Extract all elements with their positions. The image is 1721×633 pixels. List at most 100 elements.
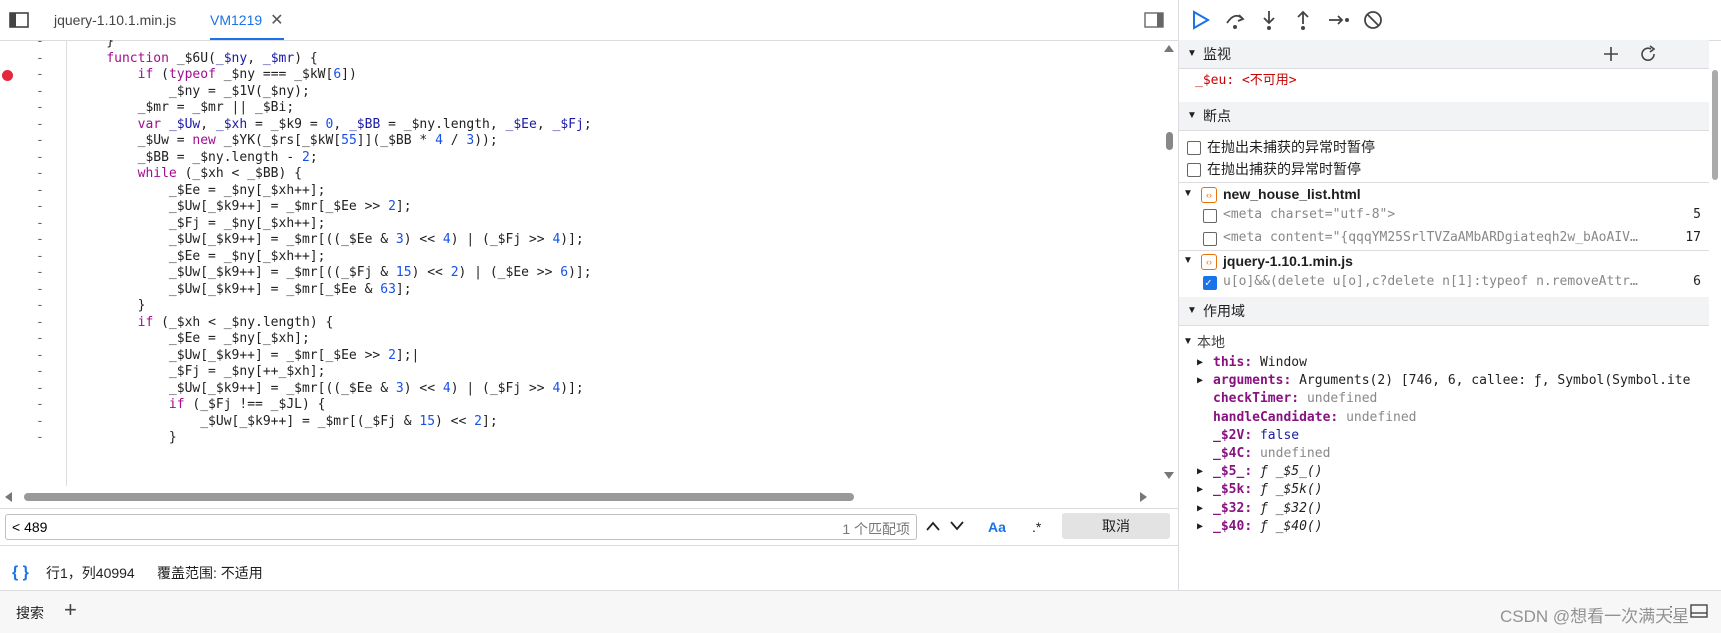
scope-variable[interactable]: _$4C: undefined bbox=[1179, 445, 1709, 463]
line-gutter[interactable]: - bbox=[36, 264, 44, 282]
line-gutter[interactable]: - bbox=[36, 149, 44, 167]
line-gutter[interactable]: - bbox=[36, 281, 44, 299]
expand-triangle-icon[interactable]: ▶ bbox=[1197, 372, 1203, 390]
code-line[interactable]: - _$Uw[_$k9++] = _$mr[((_$Ee & 3) << 4) … bbox=[0, 231, 1160, 249]
search-input[interactable] bbox=[10, 518, 614, 536]
step-over-button[interactable] bbox=[1223, 9, 1247, 31]
scope-variable[interactable]: ▶ _$32: ƒ _$32() bbox=[1179, 500, 1709, 518]
line-gutter[interactable]: - bbox=[36, 116, 44, 134]
line-gutter[interactable]: - bbox=[36, 50, 44, 68]
line-gutter[interactable]: - bbox=[36, 215, 44, 233]
cancel-button[interactable]: 取消 bbox=[1062, 513, 1170, 539]
deactivate-breakpoints-button[interactable] bbox=[1361, 9, 1385, 31]
tab-jquery[interactable]: jquery-1.10.1.min.js bbox=[54, 0, 176, 40]
expand-triangle-icon[interactable]: ▶ bbox=[1197, 354, 1203, 372]
step-into-button[interactable] bbox=[1257, 9, 1281, 31]
code-line[interactable]: - _$Ee = _$ny[_$xh++]; bbox=[0, 248, 1160, 266]
expand-triangle-icon[interactable]: ▶ bbox=[1197, 463, 1203, 481]
dock-icon[interactable] bbox=[1690, 603, 1708, 619]
line-gutter[interactable]: - bbox=[36, 99, 44, 117]
sidebar-scrollbar[interactable] bbox=[1709, 40, 1721, 590]
toggle-navigator-icon[interactable] bbox=[8, 10, 30, 30]
breakpoint-checkbox[interactable] bbox=[1203, 209, 1217, 223]
scroll-left-icon[interactable] bbox=[4, 492, 12, 502]
line-gutter[interactable]: - bbox=[36, 380, 44, 398]
add-watch-icon[interactable] bbox=[1603, 46, 1619, 62]
code-line[interactable]: - _$ny = _$1V(_$ny); bbox=[0, 83, 1160, 101]
line-gutter[interactable]: - bbox=[36, 132, 44, 150]
pretty-print-button[interactable]: { } bbox=[12, 556, 29, 590]
scroll-thumb[interactable] bbox=[24, 493, 854, 501]
toggle-debugger-icon[interactable] bbox=[1144, 11, 1164, 29]
code-line[interactable]: - } bbox=[0, 429, 1160, 447]
scroll-thumb[interactable] bbox=[1166, 132, 1173, 150]
match-case-toggle[interactable]: Aa bbox=[988, 519, 1006, 535]
scroll-down-icon[interactable] bbox=[1164, 472, 1174, 480]
drawer-tab-search[interactable]: 搜索 bbox=[16, 603, 44, 623]
line-gutter[interactable]: - bbox=[36, 66, 44, 84]
line-gutter[interactable]: - bbox=[36, 182, 44, 200]
line-gutter[interactable]: - bbox=[36, 297, 44, 315]
code-line[interactable]: - _$mr = _$mr || _$Bi; bbox=[0, 99, 1160, 117]
line-gutter[interactable]: - bbox=[36, 165, 44, 183]
line-gutter[interactable]: - bbox=[36, 231, 44, 249]
code-line[interactable]: - if (_$xh < _$ny.length) { bbox=[0, 314, 1160, 332]
breakpoint-row[interactable]: <meta charset="utf-8"> 5 bbox=[1179, 204, 1709, 226]
scroll-up-icon[interactable] bbox=[1164, 44, 1174, 52]
scroll-right-icon[interactable] bbox=[1140, 492, 1148, 502]
line-gutter[interactable]: - bbox=[36, 363, 44, 381]
line-gutter[interactable]: - bbox=[36, 347, 44, 365]
code-line[interactable]: - } bbox=[0, 297, 1160, 315]
breakpoint-checkbox[interactable] bbox=[1203, 272, 1217, 293]
line-gutter[interactable]: - bbox=[36, 429, 44, 447]
code-line[interactable]: - function _$6U(_$ny, _$mr) { bbox=[0, 50, 1160, 68]
code-editor[interactable]: - } - function _$6U(_$ny, _$mr) {- if (ty… bbox=[0, 40, 1160, 486]
breakpoint-checkbox[interactable] bbox=[1203, 232, 1217, 246]
code-line[interactable]: - if (typeof _$ny === _$kW[6]) bbox=[0, 66, 1160, 84]
scope-variable[interactable]: ▶ _$5k: ƒ _$5k() bbox=[1179, 481, 1709, 499]
code-line[interactable]: - _$Uw[_$k9++] = _$mr[((_$Fj & 15) << 2)… bbox=[0, 264, 1160, 282]
pause-uncaught-checkbox[interactable] bbox=[1187, 141, 1201, 155]
scope-variable[interactable]: handleCandidate: undefined bbox=[1179, 409, 1709, 427]
code-line[interactable]: - _$Uw[_$k9++] = _$mr[((_$Ee & 3) << 4) … bbox=[0, 380, 1160, 398]
code-line[interactable]: - _$Uw[_$k9++] = _$mr[_$Ee >> 2]; bbox=[0, 198, 1160, 216]
breakpoint-file-row[interactable]: ▼ ‹› jquery-1.10.1.min.js bbox=[1179, 250, 1709, 272]
scope-variable[interactable]: checkTimer: undefined bbox=[1179, 390, 1709, 408]
scope-variable[interactable]: ▶ this: Window bbox=[1179, 354, 1709, 372]
close-icon[interactable]: ✕ bbox=[270, 12, 283, 29]
resume-button[interactable] bbox=[1188, 9, 1212, 31]
watch-section-header[interactable]: ▼ 监视 bbox=[1179, 40, 1709, 69]
editor-horizontal-scrollbar[interactable] bbox=[0, 488, 1160, 504]
code-line[interactable]: - while (_$xh < _$BB) { bbox=[0, 165, 1160, 183]
add-tab-button[interactable]: + bbox=[64, 597, 77, 623]
tab-vm1219[interactable]: VM1219 ✕ bbox=[210, 0, 284, 40]
editor-vertical-scrollbar[interactable] bbox=[1160, 40, 1178, 490]
scope-variable[interactable]: ▶ arguments: Arguments(2) [746, 6, callee… bbox=[1179, 372, 1709, 390]
code-line[interactable]: - _$Uw[_$k9++] = _$mr[_$Ee >> 2];| bbox=[0, 347, 1160, 365]
code-line[interactable]: - var _$Uw, _$xh = _$k9 = 0, _$BB = _$ny… bbox=[0, 116, 1160, 134]
pause-caught-row[interactable]: 在抛出捕获的异常时暂停 bbox=[1179, 158, 1709, 180]
code-line[interactable]: - _$Uw[_$k9++] = _$mr[_$Ee & 63]; bbox=[0, 281, 1160, 299]
scope-variable[interactable]: ▶ _$40: ƒ _$40() bbox=[1179, 518, 1709, 536]
line-gutter[interactable]: - bbox=[36, 248, 44, 266]
regex-toggle[interactable]: .* bbox=[1032, 519, 1041, 535]
code-line[interactable]: - _$Uw[_$k9++] = _$mr[(_$Fj & 15) << 2]; bbox=[0, 413, 1160, 431]
breakpoint-row[interactable]: u[o]&&(delete u[o],c?delete n[1]:typeof … bbox=[1179, 271, 1709, 293]
breakpoint-row[interactable]: <meta content="{qqqYM25SrlTVZaAMbARDgiat… bbox=[1179, 227, 1709, 249]
refresh-icon[interactable] bbox=[1639, 45, 1657, 63]
expand-triangle-icon[interactable]: ▶ bbox=[1197, 481, 1203, 499]
scope-variable[interactable]: ▶ _$5_: ƒ _$5_() bbox=[1179, 463, 1709, 481]
scroll-thumb[interactable] bbox=[1712, 70, 1718, 180]
step-out-button[interactable] bbox=[1291, 9, 1315, 31]
scope-section-header[interactable]: ▼ 作用域 bbox=[1179, 297, 1709, 326]
scope-variable[interactable]: _$2V: false bbox=[1179, 427, 1709, 445]
line-gutter[interactable]: - bbox=[36, 396, 44, 414]
code-line[interactable]: - _$Fj = _$ny[_$xh++]; bbox=[0, 215, 1160, 233]
line-gutter[interactable]: - bbox=[36, 314, 44, 332]
line-gutter[interactable]: - bbox=[36, 413, 44, 431]
expand-triangle-icon[interactable]: ▶ bbox=[1197, 500, 1203, 518]
code-line[interactable]: - _$Fj = _$ny[++_$xh]; bbox=[0, 363, 1160, 381]
pause-uncaught-row[interactable]: 在抛出未捕获的异常时暂停 bbox=[1179, 136, 1709, 158]
step-button[interactable] bbox=[1327, 9, 1351, 31]
line-gutter[interactable]: - bbox=[36, 198, 44, 216]
